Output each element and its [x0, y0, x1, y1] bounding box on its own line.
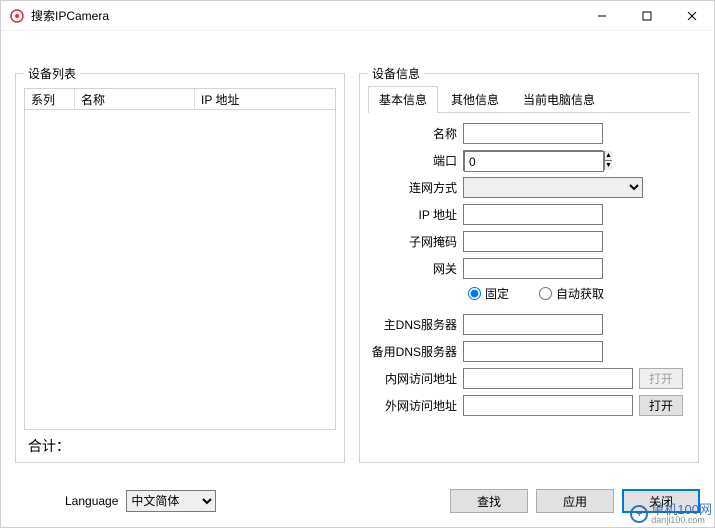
col-name[interactable]: 名称	[75, 89, 195, 109]
bottom-bar: Language 中文简体 查找 应用 关闭	[15, 489, 700, 513]
port-input[interactable]	[464, 151, 604, 172]
app-window: 搜索IPCamera 设备列表 系列 名称 IP 地址 合计： 设备信息 基本信…	[0, 0, 715, 528]
watermark-icon: +	[630, 505, 648, 523]
dns1-label: 主DNS服务器	[368, 316, 463, 333]
col-ip[interactable]: IP 地址	[195, 89, 335, 109]
window-buttons	[579, 1, 714, 31]
inner-url-label: 内网访问地址	[368, 370, 463, 387]
tab-pc[interactable]: 当前电脑信息	[512, 86, 606, 113]
netmode-label: 连网方式	[368, 179, 463, 196]
language-area: Language 中文简体	[65, 490, 216, 512]
content-area: 设备列表 系列 名称 IP 地址 合计： 设备信息 基本信息 其他信息 当前电脑…	[1, 31, 714, 527]
device-info-group: 设备信息 基本信息 其他信息 当前电脑信息 名称 端口	[359, 73, 699, 463]
maximize-button[interactable]	[624, 1, 669, 31]
language-label: Language	[65, 494, 118, 508]
radio-fixed-input[interactable]	[468, 287, 481, 300]
col-series[interactable]: 系列	[25, 89, 75, 109]
device-info-legend: 设备信息	[368, 65, 424, 82]
basic-form: 名称 端口 ▲ ▼	[368, 123, 690, 416]
gateway-input[interactable]	[463, 258, 603, 279]
radio-fixed[interactable]: 固定	[468, 285, 509, 302]
dns2-label: 备用DNS服务器	[368, 343, 463, 360]
outer-url-label: 外网访问地址	[368, 397, 463, 414]
outer-open-button[interactable]: 打开	[639, 395, 683, 416]
radio-auto-input[interactable]	[539, 287, 552, 300]
close-window-button[interactable]	[669, 1, 714, 31]
name-label: 名称	[368, 125, 463, 142]
radio-auto[interactable]: 自动获取	[539, 285, 604, 302]
name-input[interactable]	[463, 123, 603, 144]
app-icon	[9, 8, 25, 24]
minimize-button[interactable]	[579, 1, 624, 31]
ip-label: IP 地址	[368, 206, 463, 223]
dns1-input[interactable]	[463, 314, 603, 335]
inner-open-button[interactable]: 打开	[639, 368, 683, 389]
tab-basic[interactable]: 基本信息	[368, 86, 438, 113]
gateway-label: 网关	[368, 260, 463, 277]
mask-input[interactable]	[463, 231, 603, 252]
ip-input[interactable]	[463, 204, 603, 225]
port-up[interactable]: ▲	[605, 151, 612, 161]
info-tabs: 基本信息 其他信息 当前电脑信息	[368, 86, 690, 113]
titlebar: 搜索IPCamera	[1, 1, 714, 31]
watermark: + 单机100网 danji100.com	[630, 503, 712, 525]
device-list-group: 设备列表 系列 名称 IP 地址 合计：	[15, 73, 345, 463]
inner-url-input[interactable]	[463, 368, 633, 389]
netmode-select[interactable]	[463, 177, 643, 198]
search-button[interactable]: 查找	[450, 489, 528, 513]
dns2-input[interactable]	[463, 341, 603, 362]
apply-button[interactable]: 应用	[536, 489, 614, 513]
tab-other[interactable]: 其他信息	[440, 86, 510, 113]
port-spinner[interactable]: ▲ ▼	[463, 150, 603, 171]
mask-label: 子网掩码	[368, 233, 463, 250]
watermark-sub: danji100.com	[651, 516, 712, 525]
device-table-body[interactable]	[24, 110, 336, 430]
total-label: 合计：	[24, 436, 336, 456]
window-title: 搜索IPCamera	[31, 7, 579, 24]
port-down[interactable]: ▼	[605, 161, 612, 170]
language-select[interactable]: 中文简体	[126, 490, 216, 512]
outer-url-input[interactable]	[463, 395, 633, 416]
device-list-legend: 设备列表	[24, 65, 80, 82]
ip-mode-radios: 固定 自动获取	[368, 285, 690, 302]
port-label: 端口	[368, 152, 463, 169]
device-table-header: 系列 名称 IP 地址	[24, 88, 336, 110]
